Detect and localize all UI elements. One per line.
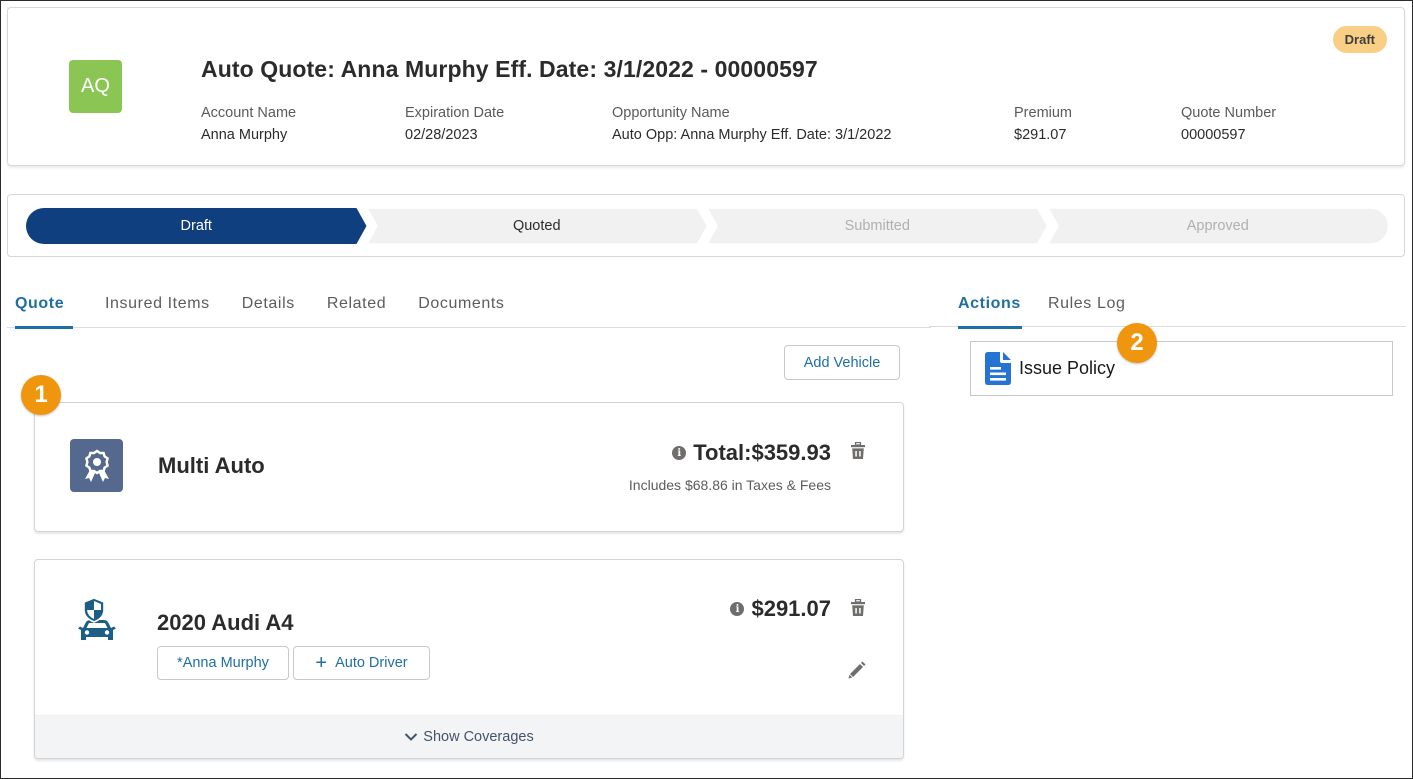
record-avatar: AQ — [69, 60, 122, 113]
path-stage-submitted[interactable]: Submitted — [707, 208, 1048, 244]
chevron-down-icon — [405, 733, 418, 741]
driver-anna-murphy-button[interactable]: *Anna Murphy — [157, 646, 289, 680]
status-badge: Draft — [1332, 26, 1387, 53]
vehicle-card: 2020 Audi A4 *Anna Murphy + Auto Driver … — [34, 559, 904, 759]
tab-details[interactable]: Details — [242, 285, 295, 328]
field-expiration-date: Expiration Date 02/28/2023 — [405, 105, 504, 143]
action-label: Issue Policy — [1019, 358, 1116, 378]
plus-icon: + — [315, 652, 328, 674]
trash-icon — [851, 598, 865, 616]
status-path-container: Draft Quoted Submitted Approved — [7, 194, 1405, 257]
delete-vehicle-button[interactable] — [850, 598, 866, 616]
add-driver-label: Auto Driver — [335, 655, 408, 671]
award-ribbon-icon — [70, 439, 123, 492]
tab-insured-items[interactable]: Insured Items — [105, 285, 210, 328]
field-label: Quote Number — [1181, 105, 1277, 121]
field-value: 00000597 — [1181, 127, 1246, 143]
tab-quote[interactable]: Quote — [15, 285, 73, 329]
multi-auto-title: Multi Auto — [158, 453, 265, 478]
stage-label: Quoted — [512, 218, 561, 234]
taxes-note: Includes $68.86 in Taxes & Fees — [628, 477, 831, 493]
delete-multi-auto-button[interactable] — [850, 441, 866, 459]
field-premium: Premium $291.07 — [1014, 105, 1072, 143]
multi-auto-card: Multi Auto i Total:$359.93 Includes $68.… — [34, 402, 904, 532]
tab-related[interactable]: Related — [327, 285, 386, 328]
add-auto-driver-button[interactable]: + Auto Driver — [293, 646, 430, 680]
status-path: Draft Quoted Submitted Approved — [26, 208, 1388, 244]
record-title: Auto Quote: Anna Murphy Eff. Date: 3/1/2… — [201, 56, 818, 82]
field-label: Opportunity Name — [612, 105, 730, 121]
show-coverages-label: Show Coverages — [423, 729, 534, 745]
field-label: Premium — [1014, 105, 1073, 121]
tab-rules-log[interactable]: Rules Log — [1048, 285, 1125, 328]
field-value: 02/28/2023 — [405, 127, 478, 143]
action-issue-policy[interactable]: Issue Policy — [970, 341, 1393, 396]
field-value: Anna Murphy — [201, 127, 288, 143]
multi-auto-total: i Total:$359.93 — [672, 440, 831, 466]
vehicle-title: 2020 Audi A4 — [157, 610, 294, 635]
info-icon[interactable]: i — [672, 446, 687, 460]
side-tabs: Actions Rules Log — [929, 285, 1406, 329]
field-opportunity-name: Opportunity Name Auto Opp: Anna Murphy E… — [612, 105, 891, 143]
trash-icon — [851, 441, 865, 459]
vehicle-amount: i $291.07 — [730, 596, 831, 622]
field-value: Auto Opp: Anna Murphy Eff. Date: 3/1/202… — [612, 127, 892, 143]
show-coverages-toggle[interactable]: Show Coverages — [35, 715, 903, 758]
total-amount: Total:$359.93 — [693, 440, 831, 465]
tab-documents[interactable]: Documents — [418, 285, 504, 328]
info-icon[interactable]: i — [730, 602, 745, 616]
add-vehicle-button[interactable]: Add Vehicle — [784, 345, 900, 380]
car-shield-icon — [70, 596, 122, 642]
vehicle-premium: $291.07 — [751, 596, 831, 621]
field-label: Expiration Date — [405, 105, 505, 121]
callout-badge-1: 1 — [21, 375, 61, 415]
tab-actions[interactable]: Actions — [958, 285, 1022, 329]
field-account-name: Account Name Anna Murphy — [201, 105, 296, 143]
field-quote-number: Quote Number 00000597 — [1181, 105, 1276, 143]
stage-label: Approved — [1186, 218, 1249, 234]
document-icon — [985, 352, 1011, 390]
field-value: $291.07 — [1014, 127, 1067, 143]
record-header: AQ Auto Quote: Anna Murphy Eff. Date: 3/… — [7, 7, 1405, 166]
pencil-icon — [848, 661, 866, 679]
avatar-initials: AQ — [81, 75, 110, 97]
stage-label: Submitted — [844, 218, 910, 234]
path-stage-draft[interactable]: Draft — [26, 208, 367, 244]
stage-label: Draft — [180, 218, 212, 234]
path-stage-approved[interactable]: Approved — [1047, 208, 1388, 244]
callout-badge-2: 2 — [1117, 323, 1157, 363]
edit-vehicle-button[interactable] — [847, 660, 867, 680]
field-label: Account Name — [201, 105, 297, 121]
main-tabs: Quote Insured Items Details Related Docu… — [7, 285, 931, 329]
path-stage-quoted[interactable]: Quoted — [366, 208, 707, 244]
